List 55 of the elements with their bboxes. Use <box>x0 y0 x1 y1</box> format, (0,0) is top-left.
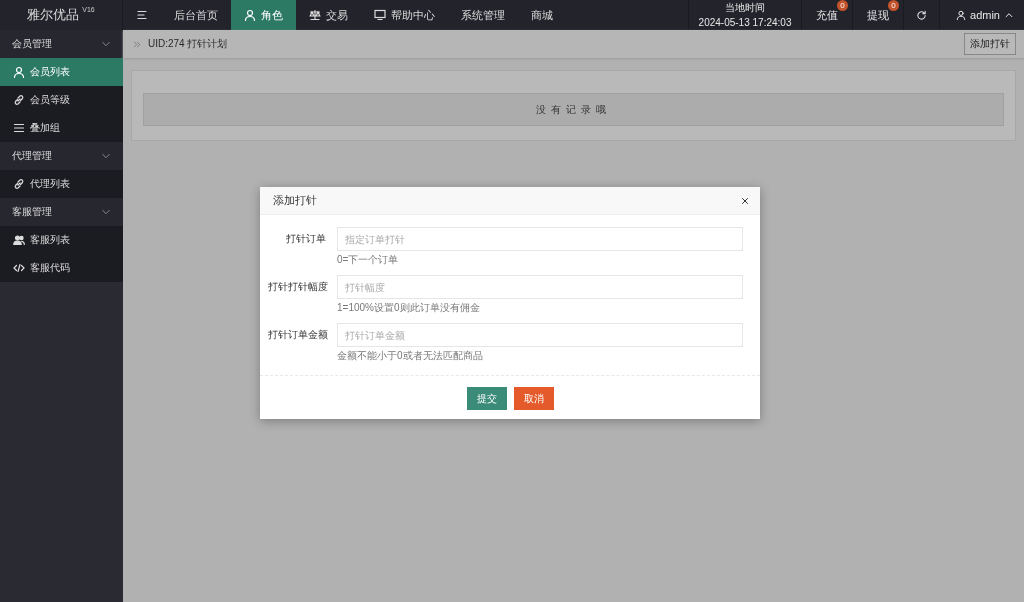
field-label: 打针订单 <box>285 232 326 246</box>
app-title: 雅尔优品 <box>27 6 80 24</box>
menu-icon <box>136 9 148 21</box>
code-icon <box>13 262 25 274</box>
sidebar-item[interactable]: 叠加组 <box>0 114 123 142</box>
field-hint: 1=100%设置0则此订单没有佣金 <box>337 301 481 315</box>
sidebar-item[interactable]: 代理列表 <box>0 170 123 198</box>
caret-up-icon <box>1004 10 1014 20</box>
sidebar-item[interactable]: 会员列表 <box>0 58 123 86</box>
sidebar-item[interactable]: 客服代码 <box>0 254 123 282</box>
nav-tab[interactable]: 帮助中心 <box>361 0 448 30</box>
chevron-down-icon <box>101 39 111 49</box>
monitor-icon <box>374 9 386 21</box>
list-icon <box>13 122 25 134</box>
close-button[interactable] <box>740 195 750 206</box>
chevron-down-icon <box>101 151 111 161</box>
empty-message: 没有记录哦 <box>536 102 611 117</box>
dialog-title: 添加打针 <box>273 193 317 208</box>
input-field[interactable]: 打针幅度 <box>337 275 743 299</box>
double-chevron-icon <box>133 39 142 49</box>
group-label: 代理管理 <box>12 149 52 163</box>
nav-tab[interactable]: 交易 <box>296 0 361 30</box>
count-badge: 0 <box>888 0 900 11</box>
sidebar-item[interactable]: 客服列表 <box>0 226 123 254</box>
sidebar-item[interactable]: 会员等级 <box>0 86 123 114</box>
field-hint: 0=下一个订单 <box>337 253 400 267</box>
nav-tab[interactable]: 后台首页 <box>161 0 231 30</box>
person-icon <box>956 10 967 20</box>
nav-tab[interactable]: 角色 <box>231 0 296 30</box>
link-icon <box>13 94 25 106</box>
person-icon <box>244 9 256 21</box>
clock-label: 当地时间 <box>725 1 766 15</box>
group-label: 客服管理 <box>12 205 52 219</box>
people-icon <box>13 234 25 246</box>
field-hint: 金额不能小于0或者无法匹配商品 <box>337 349 484 363</box>
nav-tab[interactable]: 系统管理 <box>448 0 518 30</box>
input-field[interactable]: 打针订单金额 <box>337 323 743 347</box>
link-icon <box>13 178 25 190</box>
group-label: 会员管理 <box>12 37 52 51</box>
scales-icon <box>309 9 321 21</box>
nav-tab[interactable]: 商城 <box>518 0 566 30</box>
chevron-down-icon <box>101 207 111 217</box>
count-badge: 0 <box>837 0 849 11</box>
submit-button[interactable]: 提交 <box>466 387 507 410</box>
input-field[interactable]: 指定订单打针 <box>337 227 743 251</box>
add-button[interactable]: 添加打针 <box>964 33 1016 55</box>
breadcrumb-title: UID:274 打针计划 <box>148 37 228 51</box>
user-menu-button[interactable]: admin <box>940 0 1024 30</box>
cancel-button[interactable]: 取消 <box>513 387 554 410</box>
field-label: 打针打针幅度 <box>268 280 326 294</box>
close-icon <box>740 195 750 206</box>
field-label: 打针订单金额 <box>268 328 326 342</box>
refresh-icon <box>916 9 928 21</box>
clock-time: 2024-05-13 17:24:03 <box>698 16 792 30</box>
person-icon <box>13 66 25 78</box>
